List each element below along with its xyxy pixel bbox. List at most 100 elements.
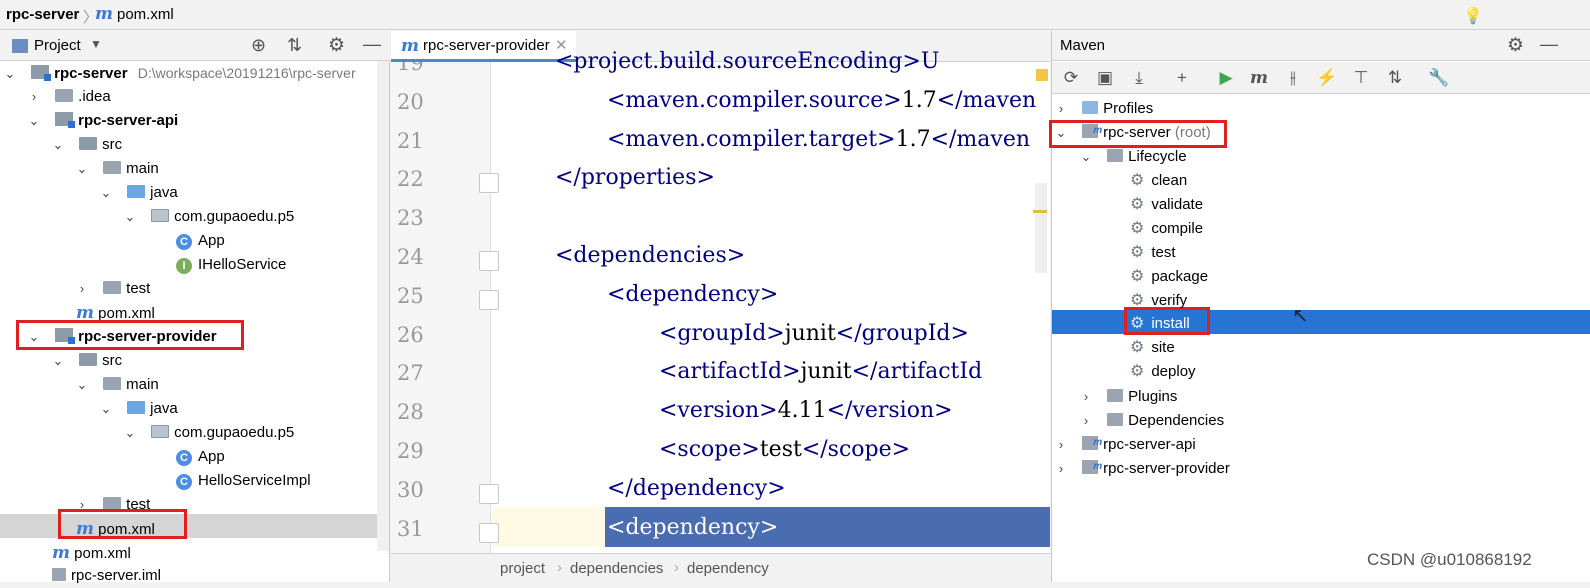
tree-item-java[interactable]: ⌄ java: [99, 397, 178, 421]
lifecycle-phase-compile[interactable]: ⚙ compile: [1130, 217, 1203, 241]
lifecycle-phase-package[interactable]: ⚙ package: [1130, 265, 1208, 289]
code-line[interactable]: </dependency>: [607, 476, 786, 501]
tree-item-app[interactable]: C App: [176, 229, 225, 253]
locate-file-icon[interactable]: ⊕: [251, 35, 266, 56]
chevron-down-icon[interactable]: ⌄: [75, 373, 89, 397]
chevron-down-icon[interactable]: ⌄: [51, 133, 65, 157]
scrollbar[interactable]: [377, 61, 389, 551]
breadcrumb-file[interactable]: pom.xml: [117, 6, 174, 23]
maven-file-icon: m: [401, 36, 419, 56]
maven-dependencies[interactable]: › Dependencies: [1079, 409, 1224, 433]
tree-item-idea[interactable]: › .idea: [27, 85, 111, 109]
chevron-right-icon[interactable]: ›: [1079, 385, 1093, 409]
maven-plugins[interactable]: › Plugins: [1079, 385, 1178, 409]
chevron-down-icon[interactable]: ⌄: [3, 62, 17, 86]
generate-sources-icon[interactable]: ▣: [1094, 67, 1116, 89]
hide-panel-icon[interactable]: —: [1540, 34, 1558, 55]
maven-profiles[interactable]: › Profiles: [1054, 97, 1153, 121]
lifecycle-phase-test[interactable]: ⚙ test: [1130, 241, 1176, 265]
download-icon[interactable]: ⤓: [1128, 67, 1150, 89]
run-icon[interactable]: ▶: [1215, 67, 1237, 89]
view-dropdown-chevron-icon[interactable]: ▼: [90, 37, 102, 51]
lifecycle-phase-deploy[interactable]: ⚙ deploy: [1130, 360, 1196, 384]
fold-marker-icon[interactable]: [479, 522, 499, 543]
chevron-right-icon[interactable]: ›: [1079, 409, 1093, 433]
tree-item-label: compile: [1151, 219, 1204, 237]
breadcrumb-project[interactable]: rpc-server: [6, 6, 79, 23]
tree-item-ihelloservice[interactable]: I IHelloService: [176, 253, 286, 277]
collapse-all-icon[interactable]: ⇅: [1384, 67, 1406, 89]
lifecycle-phase-install[interactable]: ⚙ install: [1130, 312, 1190, 336]
gear-icon: ⚙: [1130, 291, 1145, 309]
gear-icon[interactable]: ⚙: [328, 34, 345, 57]
code-line[interactable]: </properties>: [555, 165, 715, 190]
lifecycle-phase-verify[interactable]: ⚙ verify: [1130, 289, 1187, 313]
lifecycle-phase-validate[interactable]: ⚙ validate: [1130, 193, 1203, 217]
tree-item-rpc-server[interactable]: ⌄ rpc-server D:\workspace\20191216\rpc-s…: [3, 61, 356, 85]
crumb-dependencies[interactable]: dependencies: [570, 560, 663, 577]
code-line[interactable]: <maven.compiler.target>1.7</maven: [607, 127, 1030, 152]
maven-module-rpc-server-provider[interactable]: › rpc-server-provider: [1054, 455, 1230, 481]
chevron-right-icon[interactable]: ›: [1054, 457, 1068, 481]
tree-item-main[interactable]: ⌄ main: [75, 373, 159, 397]
tree-item-helloserviceimpl[interactable]: C HelloServiceImpl: [176, 469, 311, 493]
code-line[interactable]: <dependency>: [607, 515, 778, 540]
chevron-down-icon[interactable]: ⌄: [1079, 145, 1093, 169]
maven-module-icon: [1082, 455, 1102, 479]
crumb-project[interactable]: project: [500, 560, 545, 577]
chevron-right-icon[interactable]: ›: [27, 85, 41, 109]
gear-icon[interactable]: ⚙: [1507, 34, 1524, 57]
show-dependencies-icon[interactable]: ⊤: [1350, 67, 1372, 89]
chevron-down-icon[interactable]: ⌄: [99, 181, 113, 205]
chevron-right-icon[interactable]: ›: [1054, 97, 1068, 121]
toggle-offline-icon[interactable]: ⫲: [1282, 67, 1304, 89]
fold-marker-icon[interactable]: [479, 173, 499, 194]
chevron-down-icon[interactable]: ⌄: [51, 349, 65, 373]
crumb-dependency[interactable]: dependency: [687, 560, 769, 577]
chevron-down-icon[interactable]: ⌄: [27, 109, 41, 133]
tree-item-main[interactable]: ⌄ main: [75, 157, 159, 181]
lifecycle-phase-clean[interactable]: ⚙ clean: [1130, 169, 1187, 193]
execute-goal-icon[interactable]: m: [1248, 67, 1270, 89]
code-line[interactable]: <artifactId>junit</artifactId: [659, 359, 982, 384]
add-project-icon[interactable]: +: [1171, 67, 1193, 89]
hide-panel-icon[interactable]: —: [363, 34, 381, 55]
editor-scrollbar[interactable]: [1035, 183, 1047, 273]
chevron-down-icon[interactable]: ⌄: [75, 157, 89, 181]
code-line[interactable]: <scope>test</scope>: [659, 437, 910, 462]
tree-item-src[interactable]: ⌄ src: [51, 133, 123, 157]
chevron-right-icon[interactable]: ›: [1054, 433, 1068, 457]
tree-item-src[interactable]: ⌄ src: [51, 349, 123, 373]
code-line[interactable]: <project.build.sourceEncoding>U: [555, 49, 939, 74]
chevron-down-icon[interactable]: ⌄: [123, 205, 137, 229]
tree-item-iml[interactable]: rpc-server.iml: [52, 564, 161, 588]
project-panel-title[interactable]: Project: [34, 37, 81, 54]
lifecycle-phase-site[interactable]: ⚙ site: [1130, 336, 1175, 360]
tree-item-rpc-server-api[interactable]: ⌄ rpc-server-api: [27, 109, 178, 133]
code-line[interactable]: <dependencies>: [555, 243, 745, 268]
chevron-right-icon[interactable]: ›: [75, 277, 89, 301]
fold-marker-icon[interactable]: [479, 251, 499, 271]
collapse-all-icon[interactable]: ⇅: [287, 35, 302, 56]
reload-icon[interactable]: ⟳: [1060, 67, 1082, 89]
code-line[interactable]: <dependency>: [607, 282, 778, 307]
tree-item-app[interactable]: C App: [176, 445, 225, 469]
tree-item-pom-root[interactable]: m pom.xml: [52, 541, 131, 565]
tree-item-package[interactable]: ⌄ com.gupaoedu.p5: [123, 205, 295, 229]
maven-module-rpc-server-api[interactable]: › rpc-server-api: [1054, 431, 1196, 457]
tab-rpc-server-provider[interactable]: m rpc-server-provider ✕: [391, 31, 576, 62]
skip-tests-icon[interactable]: ⚡: [1316, 67, 1338, 89]
code-line[interactable]: <version>4.11</version>: [659, 398, 953, 423]
chevron-down-icon[interactable]: ⌄: [123, 421, 137, 445]
fold-marker-icon[interactable]: [479, 483, 499, 504]
fold-marker-icon[interactable]: [479, 289, 499, 310]
maven-lifecycle[interactable]: ⌄ Lifecycle: [1079, 145, 1187, 169]
chevron-down-icon[interactable]: ⌄: [99, 397, 113, 421]
code-line[interactable]: <maven.compiler.source>1.7</maven: [607, 88, 1036, 113]
tree-item-label: Profiles: [1103, 100, 1154, 117]
code-line[interactable]: <groupId>junit</groupId>: [659, 321, 969, 346]
tree-item-package[interactable]: ⌄ com.gupaoedu.p5: [123, 421, 295, 445]
tree-item-test[interactable]: › test: [75, 277, 151, 301]
tree-item-java[interactable]: ⌄ java: [99, 181, 178, 205]
wrench-icon[interactable]: 🔧: [1428, 67, 1450, 89]
